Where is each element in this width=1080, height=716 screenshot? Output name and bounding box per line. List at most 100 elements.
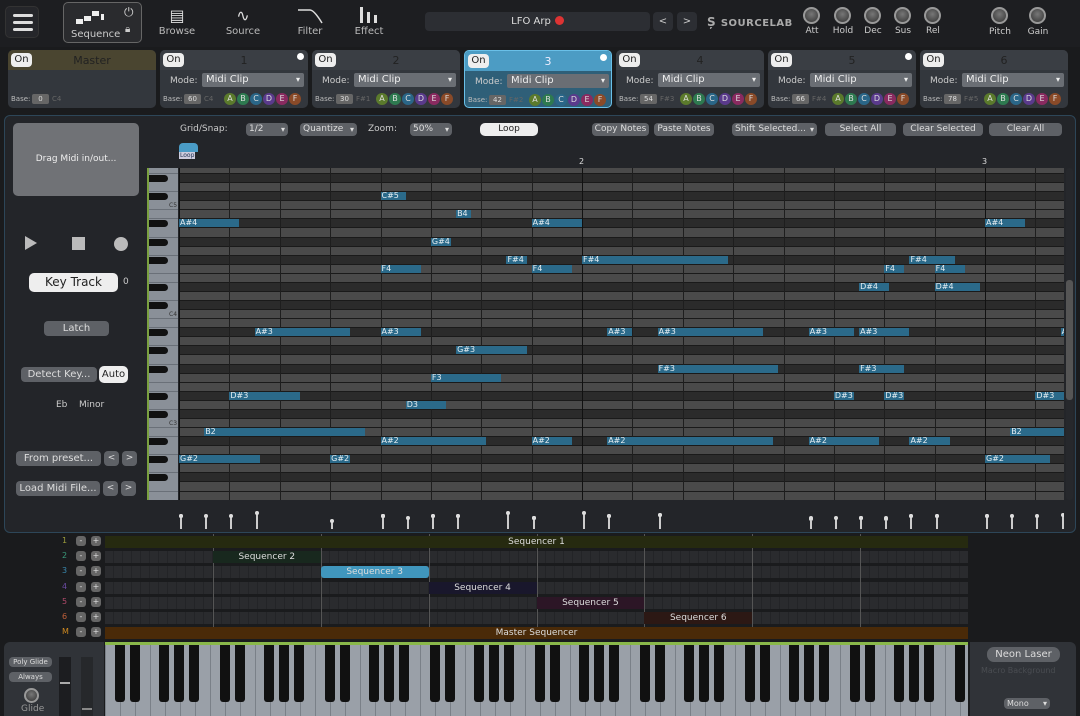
black-key[interactable]: [149, 392, 168, 400]
white-key[interactable]: [105, 645, 106, 716]
black-key[interactable]: [159, 645, 169, 702]
letter-b-button[interactable]: B: [997, 93, 1009, 105]
midi-note[interactable]: A#3: [1060, 328, 1064, 337]
velocity-handle[interactable]: [1035, 514, 1040, 519]
velocity-handle[interactable]: [430, 514, 435, 519]
base-value-input[interactable]: 66: [792, 94, 809, 104]
piano-roll-grid[interactable]: C#5 B4 A#4 A#4 A#4 G#4 F#4 F#4 F#4 F4 F4 F4 F4 D#4 D#4…: [179, 168, 1064, 500]
letter-c-button[interactable]: C: [858, 93, 870, 105]
velocity-stem[interactable]: [255, 513, 258, 529]
auto-button[interactable]: Auto: [99, 366, 128, 383]
poly-glide-button[interactable]: Poly Glide: [9, 657, 52, 667]
velocity-handle[interactable]: [657, 512, 662, 517]
black-key[interactable]: [954, 645, 965, 702]
drag-midi-area[interactable]: Drag Midi in/out...: [13, 123, 139, 196]
velocity-stem[interactable]: [205, 516, 208, 529]
midi-note[interactable]: F4: [380, 264, 421, 273]
velocity-handle[interactable]: [330, 519, 335, 523]
black-key[interactable]: [684, 645, 694, 702]
track-plus-button[interactable]: +: [91, 612, 101, 622]
letter-e-button[interactable]: E: [581, 94, 593, 106]
vertical-scrollbar[interactable]: [1066, 168, 1073, 500]
midi-note[interactable]: G#2: [179, 455, 260, 464]
track-minus-button[interactable]: -: [76, 566, 86, 577]
midi-note[interactable]: C#5: [380, 192, 406, 201]
sequencer-clip[interactable]: Sequencer 1: [105, 536, 968, 548]
sequencer-card-6[interactable]: On 6 Mode: Midi Clip Base:78F#5 ABCDEF: [920, 50, 1068, 108]
sequencer-clip[interactable]: Sequencer 4: [428, 581, 537, 594]
black-key[interactable]: [399, 645, 409, 702]
black-key[interactable]: [594, 645, 604, 702]
from-preset-button[interactable]: From preset...: [16, 451, 101, 466]
sequencer-card-master[interactable]: On Master Base: 0 C4: [8, 50, 156, 108]
midi-note[interactable]: F3: [430, 373, 502, 382]
tab-browse[interactable]: ▤ Browse: [155, 4, 199, 44]
white-key[interactable]: [255, 645, 256, 716]
black-key[interactable]: [189, 645, 199, 702]
base-value-input[interactable]: 54: [640, 94, 657, 104]
midi-note[interactable]: A#3: [254, 328, 351, 337]
midi-note[interactable]: F#3: [657, 364, 779, 373]
black-key[interactable]: [339, 645, 350, 702]
white-key[interactable]: [315, 645, 316, 716]
velocity-handle[interactable]: [582, 511, 586, 515]
select-all-button[interactable]: Select All: [825, 123, 896, 136]
black-key[interactable]: [639, 645, 650, 702]
track-plus-button[interactable]: +: [91, 596, 101, 607]
preset-selector[interactable]: LFO Arp: [425, 12, 650, 31]
glide-knob[interactable]: [24, 688, 39, 703]
scrollbar-thumb[interactable]: [1066, 280, 1073, 400]
black-key[interactable]: [849, 645, 860, 702]
black-key[interactable]: [149, 256, 168, 264]
track-minus-button[interactable]: -: [76, 551, 86, 562]
letter-f-button[interactable]: F: [289, 93, 301, 105]
from-preset-prev-button[interactable]: <: [104, 451, 119, 466]
velocity-stem[interactable]: [1061, 514, 1064, 529]
black-key[interactable]: [149, 329, 168, 337]
record-icon[interactable]: [114, 237, 128, 251]
midi-note[interactable]: A#2: [909, 437, 950, 446]
black-key[interactable]: [549, 645, 560, 702]
velocity-stem[interactable]: [180, 516, 182, 529]
latch-button[interactable]: Latch: [44, 321, 109, 336]
midi-note[interactable]: A#2: [531, 437, 572, 446]
letter-d-button[interactable]: D: [871, 93, 883, 105]
midi-note[interactable]: F#4: [506, 255, 527, 264]
midi-note[interactable]: A#3: [808, 328, 855, 337]
tab-filter[interactable]: Filter: [290, 4, 330, 44]
midi-note[interactable]: G#3: [456, 346, 527, 355]
black-key[interactable]: [804, 645, 814, 702]
velocity-handle[interactable]: [506, 511, 511, 515]
velocity-stem[interactable]: [583, 513, 585, 529]
knob-att[interactable]: [803, 7, 820, 24]
velocity-stem[interactable]: [1036, 516, 1039, 529]
black-key[interactable]: [264, 645, 274, 702]
clear-selected-button[interactable]: Clear Selected: [903, 123, 983, 136]
white-key[interactable]: [840, 645, 841, 716]
midi-note[interactable]: A#4: [179, 219, 240, 228]
on-toggle[interactable]: On: [11, 53, 32, 67]
track-minus-button[interactable]: -: [76, 596, 86, 607]
base-value-input[interactable]: 78: [944, 94, 961, 104]
black-key[interactable]: [219, 645, 230, 702]
letter-d-button[interactable]: D: [568, 94, 580, 106]
base-value-input[interactable]: 42: [489, 95, 506, 105]
black-key[interactable]: [149, 474, 168, 482]
midi-note[interactable]: D#3: [229, 391, 300, 400]
track-plus-button[interactable]: +: [91, 551, 101, 562]
midi-note[interactable]: F#4: [909, 255, 955, 264]
knob-rel[interactable]: [924, 7, 941, 24]
black-key[interactable]: [384, 645, 394, 702]
keyboard[interactable]: [105, 642, 968, 716]
black-key[interactable]: [444, 645, 455, 702]
velocity-handle[interactable]: [380, 514, 385, 519]
velocity-handle[interactable]: [934, 514, 939, 519]
velocity-stem[interactable]: [230, 516, 233, 529]
midi-note[interactable]: A#4: [985, 219, 1026, 228]
mode-select[interactable]: Midi Clip: [507, 74, 609, 88]
track-plus-button[interactable]: +: [91, 581, 101, 592]
letter-a-button[interactable]: A: [376, 93, 388, 105]
macro-preset-button[interactable]: Neon Laser: [987, 647, 1060, 662]
velocity-lane[interactable]: [179, 503, 1064, 531]
midi-note[interactable]: B2: [204, 428, 366, 437]
